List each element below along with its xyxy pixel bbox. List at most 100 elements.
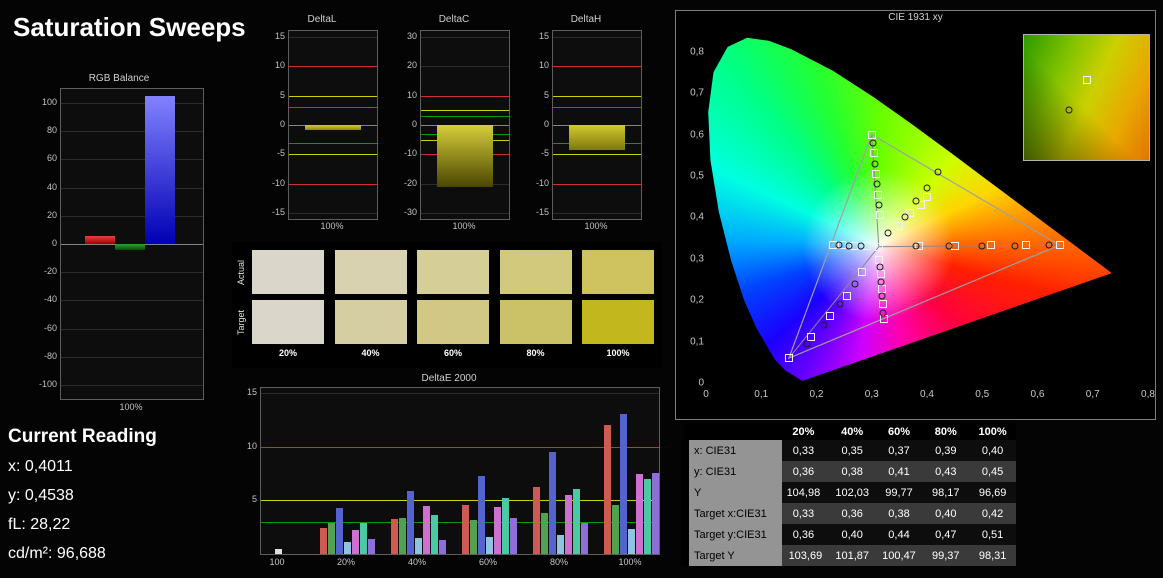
cie-measured-square — [869, 149, 878, 158]
x-tick-label: 20% — [336, 557, 356, 567]
table-row-label: Target Y — [681, 545, 782, 566]
current-reading-title: Current Reading — [8, 426, 157, 447]
app-window: Saturation Sweeps RGB Balance 100% 100 80… — [0, 0, 1163, 578]
bar — [477, 475, 485, 554]
ref-line — [421, 96, 509, 97]
cie-target-circle — [878, 292, 886, 300]
gridline — [289, 37, 377, 38]
cie-measured-square — [784, 354, 793, 363]
rgb-balance-chart: RGB Balance 100% 100 80 60 40 20 0 -20 -40 -60 -8… — [28, 72, 210, 424]
bar — [611, 504, 619, 554]
cie-measured-square — [876, 211, 885, 220]
table-header-cell: 20% — [782, 423, 829, 440]
sweep-guide-line — [788, 246, 880, 359]
cie-measured-square — [874, 190, 883, 199]
cie-target-circle — [835, 241, 843, 249]
x-tick-label: 60% — [478, 557, 498, 567]
deltae-2000-chart: DeltaE 2000 5 10 15 100 20% 40% 60% 80% 100% — [232, 372, 666, 576]
y-tick-label: 0 — [411, 119, 417, 129]
cie-target-circle — [1011, 242, 1019, 249]
gridline — [421, 37, 509, 38]
bar — [501, 498, 509, 554]
table-cell: 102,03 — [828, 482, 876, 503]
table-cell: 0,47 — [922, 524, 970, 545]
cie-target-circle — [978, 242, 986, 249]
x-tick-label: 100 — [269, 557, 285, 567]
cie-target-circle — [912, 197, 920, 205]
table-row-label: Target y:CIE31 — [681, 524, 782, 545]
bar — [509, 517, 517, 554]
x-tick-label: 0,8 — [1141, 389, 1155, 400]
swatch-table: Actual Target 20% 40% 60% 80% 100% — [232, 242, 662, 368]
x-tick-label: 0,3 — [864, 389, 879, 400]
table-cell: 0,40 — [922, 503, 970, 524]
x-tick-label: 100% — [618, 557, 642, 567]
y-tick-label: -100 — [38, 379, 57, 389]
delta-c-plot — [420, 30, 510, 220]
gridline — [61, 103, 203, 104]
table-row-label: Y — [681, 482, 782, 503]
cie-target-circle — [945, 242, 953, 250]
y-tick-label: 5 — [251, 494, 257, 504]
x-tick-label: 0,1 — [754, 389, 769, 400]
cie-target-circle — [884, 229, 892, 237]
y-tick-label: 0 — [543, 119, 549, 129]
gridline — [61, 272, 203, 273]
cie-measured-square — [842, 292, 851, 301]
bar — [461, 504, 469, 554]
ref-line — [289, 184, 377, 185]
bar — [335, 507, 343, 554]
cie-measured-square — [877, 284, 886, 293]
y-tick-label: -40 — [43, 294, 57, 304]
table-cell: 101,87 — [828, 545, 876, 566]
ref-line — [553, 96, 641, 97]
table-row-label: x: CIE31 — [681, 440, 782, 461]
y-tick-label: 0,7 — [690, 87, 704, 99]
gridline — [421, 213, 509, 214]
bar — [351, 530, 359, 554]
x-tick-label: 0,6 — [1030, 389, 1045, 400]
delta-h-title: DeltaH — [570, 14, 602, 25]
ref-line — [289, 143, 377, 144]
y-tick-label: 0,3 — [690, 253, 704, 265]
cie-target-circle — [820, 321, 828, 329]
bar — [406, 490, 414, 554]
ref-line — [289, 107, 377, 108]
cie-measured-square — [826, 311, 835, 320]
y-tick-label: 5 — [543, 90, 549, 100]
swatch — [582, 250, 654, 294]
delta-h-plot — [552, 30, 642, 220]
y-tick-label: -15 — [271, 207, 285, 217]
y-tick-label: 0,8 — [690, 46, 704, 58]
x-tick-label: 80% — [549, 557, 569, 567]
y-tick-label: 80 — [46, 125, 57, 135]
table-header-cell: 60% — [875, 423, 923, 440]
bar — [651, 472, 659, 554]
current-reading-y: y: 0,4538 — [8, 487, 74, 504]
table-header-cell: 100% — [969, 423, 1016, 440]
swatch-col-label: 80% — [526, 348, 545, 358]
bar — [564, 495, 572, 554]
page-title: Saturation Sweeps — [13, 12, 246, 42]
x-tick-label: 0 — [703, 389, 709, 400]
bar — [493, 506, 501, 554]
cie-target-circle — [934, 168, 942, 176]
y-tick-label: 20 — [46, 210, 57, 220]
y-tick-label: 60 — [46, 153, 57, 163]
y-tick-label: 5 — [279, 90, 285, 100]
table-header-cell: 80% — [922, 423, 970, 440]
bar — [569, 125, 625, 150]
bar — [430, 515, 438, 554]
bar — [115, 244, 145, 250]
bar — [85, 235, 115, 244]
table-cell: 98,17 — [922, 482, 970, 503]
table-cell: 0,40 — [828, 524, 876, 545]
y-tick-label: 0 — [51, 238, 57, 248]
delta-l-title: DeltaL — [307, 14, 337, 25]
table-cell: 103,69 — [782, 545, 829, 566]
ref-line — [289, 66, 377, 67]
bar — [635, 473, 643, 554]
bar — [603, 425, 611, 554]
ref-line — [261, 522, 659, 523]
cie-measured-square — [874, 242, 883, 251]
